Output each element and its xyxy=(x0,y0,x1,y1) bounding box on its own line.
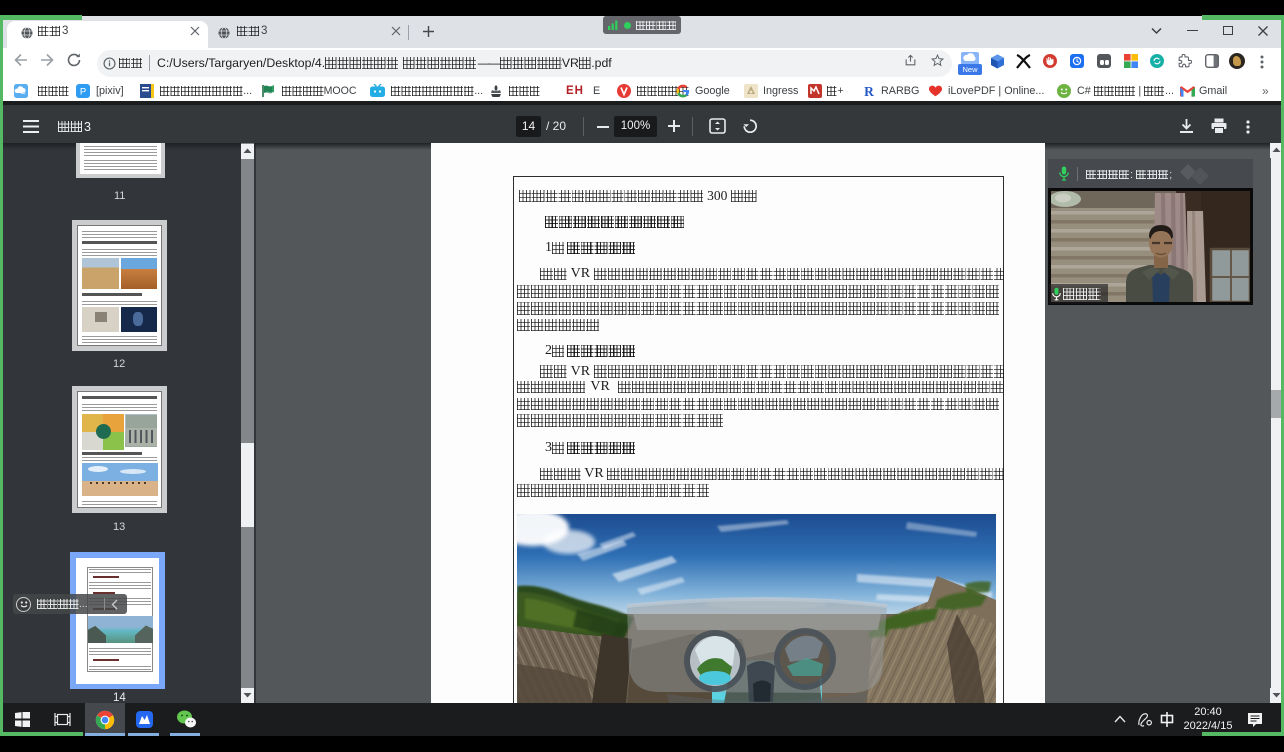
svg-text:R: R xyxy=(864,84,874,98)
svg-text:P: P xyxy=(80,87,86,98)
